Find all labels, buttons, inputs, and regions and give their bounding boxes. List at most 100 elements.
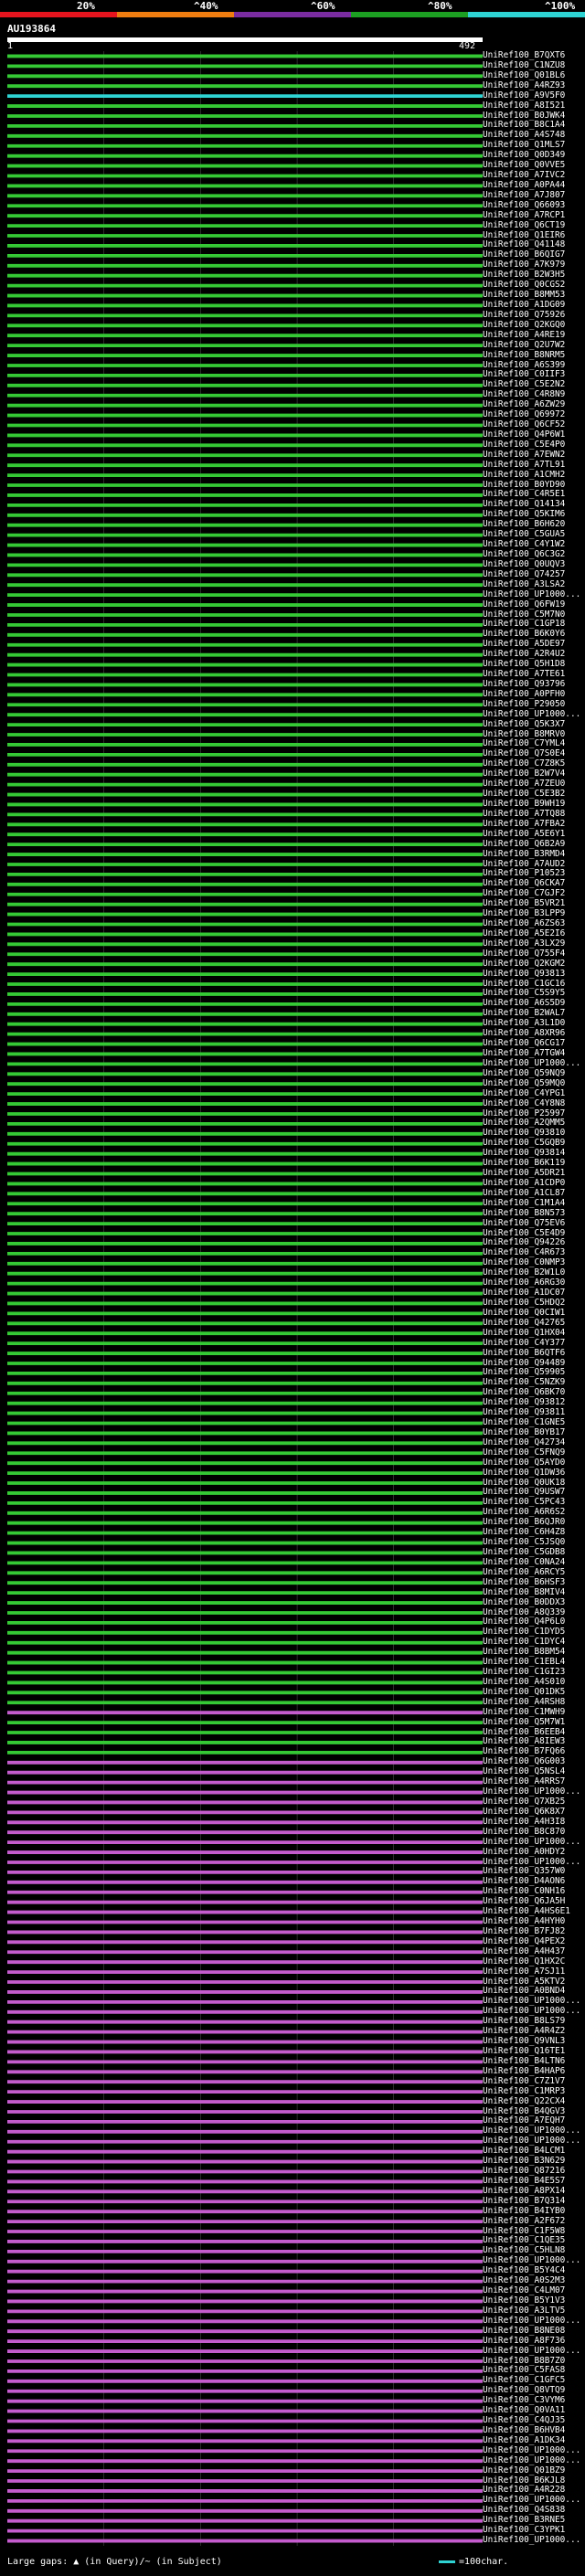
hit-label[interactable]: UniRef100_A2R4U2 [483, 650, 565, 659]
hit-label[interactable]: UniRef100_Q66093 [483, 200, 565, 210]
hit-label[interactable]: UniRef100_Q01BL6 [483, 70, 565, 80]
hit-label[interactable]: UniRef100_UP1000... [483, 2536, 580, 2545]
hit-label[interactable]: UniRef100_P29050 [483, 699, 565, 709]
hit-label[interactable]: UniRef100_B6KJL8 [483, 2475, 565, 2486]
hit-label[interactable]: UniRef100_B6QIG7 [483, 250, 565, 260]
hit-label[interactable]: UniRef100_B2W3H5 [483, 270, 565, 280]
hit-label[interactable]: UniRef100_B8N573 [483, 1208, 565, 1218]
hit-label[interactable]: UniRef100_Q9VNL3 [483, 2037, 565, 2046]
hit-label[interactable]: UniRef100_A7ZEU0 [483, 779, 565, 789]
hit-label[interactable]: UniRef100_B8MRV0 [483, 729, 565, 739]
hit-label[interactable]: UniRef100_B2WAL7 [483, 1009, 565, 1018]
hit-label[interactable]: UniRef100_Q93796 [483, 679, 565, 689]
hit-label[interactable]: UniRef100_C5FNQ9 [483, 1447, 565, 1458]
hit-label[interactable]: UniRef100_C1M1A4 [483, 1198, 565, 1208]
hit-label[interactable]: UniRef100_Q6CT19 [483, 220, 565, 230]
hit-label[interactable]: UniRef100_C5E4D9 [483, 1228, 565, 1238]
hit-label[interactable]: UniRef100_Q6FW19 [483, 599, 565, 610]
hit-label[interactable]: UniRef100_C5GQB9 [483, 1139, 565, 1148]
hit-label[interactable]: UniRef100_C5E4P0 [483, 440, 565, 450]
hit-label[interactable]: UniRef100_C5E3B2 [483, 790, 565, 799]
hit-label[interactable]: UniRef100_Q9USW7 [483, 1488, 565, 1497]
hit-label[interactable]: UniRef100_Q75926 [483, 310, 565, 320]
hit-label[interactable]: UniRef100_C4R8N9 [483, 390, 565, 399]
hit-label[interactable]: UniRef100_Q93811 [483, 1408, 565, 1417]
hit-label[interactable]: UniRef100_Q6CKA7 [483, 879, 565, 888]
hit-label[interactable]: UniRef100_Q4PEX2 [483, 1936, 565, 1946]
hit-label[interactable]: UniRef100_A4RE19 [483, 330, 565, 340]
hit-label[interactable]: UniRef100_C4R673 [483, 1248, 565, 1257]
hit-label[interactable]: UniRef100_UP1000... [483, 2256, 580, 2265]
hit-label[interactable]: UniRef100_C1F5W8 [483, 2226, 565, 2236]
hit-label[interactable]: UniRef100_A6R6S2 [483, 1508, 565, 1517]
hit-label[interactable]: UniRef100_A1CDP0 [483, 1178, 565, 1188]
hit-label[interactable]: UniRef100_A3LTV5 [483, 2306, 565, 2316]
hit-label[interactable]: UniRef100_A7TE61 [483, 670, 565, 679]
hit-label[interactable]: UniRef100_B8MIV4 [483, 1587, 565, 1597]
hit-label[interactable]: UniRef100_A3LSA2 [483, 579, 565, 589]
hit-label[interactable]: UniRef100_C0NA24 [483, 1557, 565, 1567]
hit-label[interactable]: UniRef100_C6H4Z8 [483, 1528, 565, 1537]
hit-label[interactable]: UniRef100_Q5AYD0 [483, 1458, 565, 1468]
hit-label[interactable]: UniRef100_Q0UQV3 [483, 559, 565, 569]
hit-label[interactable]: UniRef100_C1DYD5 [483, 1627, 565, 1637]
hit-label[interactable]: UniRef100_A4HYH0 [483, 1917, 565, 1926]
hit-label[interactable]: UniRef100_Q0CIW1 [483, 1308, 565, 1318]
hit-label[interactable]: UniRef100_A7IVC2 [483, 171, 565, 180]
hit-label[interactable]: UniRef100_Q1DW36 [483, 1468, 565, 1478]
hit-label[interactable]: UniRef100_B6QJR0 [483, 1518, 565, 1527]
hit-label[interactable]: UniRef100_A2QMM5 [483, 1118, 565, 1128]
hit-label[interactable]: UniRef100_A5E2I6 [483, 928, 565, 938]
hit-label[interactable]: UniRef100_A1CL87 [483, 1188, 565, 1198]
hit-label[interactable]: UniRef100_A8XR96 [483, 1029, 565, 1038]
hit-label[interactable]: UniRef100_Q6JA5H [483, 1897, 565, 1906]
hit-label[interactable]: UniRef100_UP1000... [483, 1787, 580, 1797]
hit-label[interactable]: UniRef100_UP1000... [483, 589, 580, 599]
hit-label[interactable]: UniRef100_A4RZ93 [483, 80, 565, 90]
hit-label[interactable]: UniRef100_B2W7V4 [483, 769, 565, 779]
hit-label[interactable]: UniRef100_A7EQH7 [483, 2116, 565, 2125]
hit-label[interactable]: UniRef100_Q74257 [483, 569, 565, 579]
hit-label[interactable]: UniRef100_A1DK34 [483, 2435, 565, 2445]
hit-label[interactable]: UniRef100_Q1HX2C [483, 1956, 565, 1966]
hit-label[interactable]: UniRef100_B4LTN6 [483, 2056, 565, 2066]
hit-label[interactable]: UniRef100_Q69972 [483, 410, 565, 419]
hit-label[interactable]: UniRef100_C0NH16 [483, 1887, 565, 1896]
hit-label[interactable]: UniRef100_C7YML4 [483, 739, 565, 748]
hit-label[interactable]: UniRef100_UP1000... [483, 2346, 580, 2356]
hit-label[interactable]: UniRef100_UP1000... [483, 2316, 580, 2326]
hit-label[interactable]: UniRef100_Q87216 [483, 2167, 565, 2176]
hit-label[interactable]: UniRef100_A8IEW3 [483, 1737, 565, 1746]
hit-label[interactable]: UniRef100_A7FBA2 [483, 819, 565, 829]
hit-label[interactable]: UniRef100_B0YB17 [483, 1427, 565, 1437]
hit-label[interactable]: UniRef100_Q6G003 [483, 1757, 565, 1766]
hit-label[interactable]: UniRef100_C1GFC5 [483, 2376, 565, 2385]
hit-label[interactable]: UniRef100_Q5K3X7 [483, 719, 565, 729]
hit-label[interactable]: UniRef100_C1QE35 [483, 2236, 565, 2245]
hit-label[interactable]: UniRef100_C5NZK9 [483, 1378, 565, 1387]
hit-label[interactable]: UniRef100_A4H3I8 [483, 1817, 565, 1827]
hit-label[interactable]: UniRef100_Q5M7W1 [483, 1717, 565, 1727]
hit-label[interactable]: UniRef100_C1MWH9 [483, 1707, 565, 1717]
hit-label[interactable]: UniRef100_Q0UK18 [483, 1478, 565, 1488]
hit-label[interactable]: UniRef100_B8NRM5 [483, 350, 565, 360]
hit-label[interactable]: UniRef100_UP1000... [483, 1837, 580, 1847]
hit-label[interactable]: UniRef100_B5VR21 [483, 899, 565, 908]
hit-label[interactable]: UniRef100_C4LM07 [483, 2286, 565, 2295]
hit-label[interactable]: UniRef100_Q4S838 [483, 2506, 565, 2515]
hit-label[interactable]: UniRef100_Q8VTQ9 [483, 2386, 565, 2395]
hit-label[interactable]: UniRef100_B6QTF6 [483, 1348, 565, 1358]
hit-label[interactable]: UniRef100_C5FAS8 [483, 2366, 565, 2375]
hit-label[interactable]: UniRef100_B7Q314 [483, 2196, 565, 2206]
hit-label[interactable]: UniRef100_A1DG09 [483, 301, 565, 310]
hit-label[interactable]: UniRef100_Q93814 [483, 1149, 565, 1158]
hit-label[interactable]: UniRef100_C5E2N2 [483, 380, 565, 389]
hit-label[interactable]: UniRef100_Q1EIR6 [483, 230, 565, 240]
hit-label[interactable]: UniRef100_B6EEB4 [483, 1727, 565, 1737]
hit-label[interactable]: UniRef100_B8B7Z0 [483, 2356, 565, 2366]
hit-label[interactable]: UniRef100_B3N629 [483, 2157, 565, 2166]
hit-label[interactable]: UniRef100_Q0D349 [483, 151, 565, 160]
hit-label[interactable]: UniRef100_UP1000... [483, 2126, 580, 2136]
hit-label[interactable]: UniRef100_A3L1D0 [483, 1019, 565, 1028]
hit-label[interactable]: UniRef100_A6ZS63 [483, 919, 565, 928]
